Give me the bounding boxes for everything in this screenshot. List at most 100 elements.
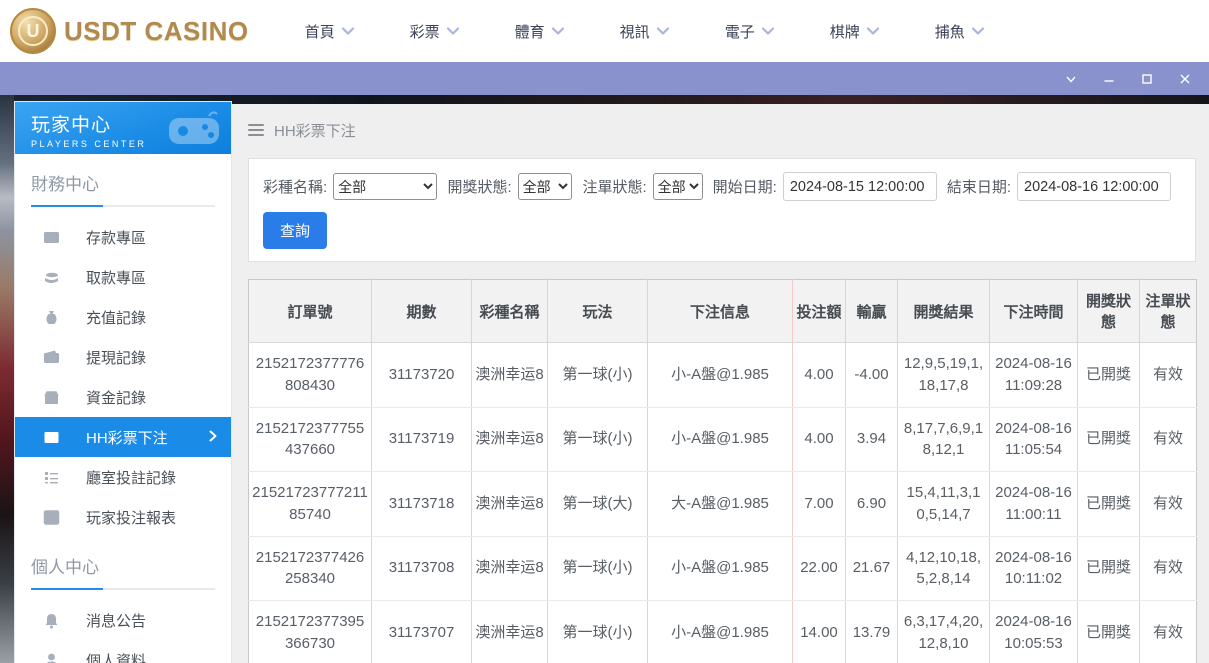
draw-status-label: 開獎狀態:	[447, 176, 511, 197]
sidebar-item-announcements[interactable]: 消息公告	[15, 600, 231, 640]
table-cell: 2152172377755437660	[249, 407, 372, 472]
nav-item-sports[interactable]: 體育	[515, 21, 564, 42]
table-cell: 有效	[1140, 536, 1197, 601]
table-cell: 2152172377395366730	[249, 601, 372, 663]
table-cell: 31173719	[372, 407, 472, 472]
nav-item-lottery[interactable]: 彩票	[410, 21, 459, 42]
table-header: 訂單號 期數 彩種名稱 玩法 下注信息 投注額 輸贏 開獎結果 下注時間 開獎狀…	[249, 280, 1197, 343]
sidebar-section-finance: 財務中心	[15, 154, 231, 207]
section-label: 個人中心	[31, 553, 215, 578]
window-maximize-button[interactable]	[1139, 71, 1155, 87]
table-cell: 3.94	[846, 407, 898, 472]
table-cell: 22.00	[793, 536, 846, 601]
col-win-loss: 輸贏	[846, 280, 898, 343]
nav-label: 棋牌	[830, 21, 860, 42]
table-cell: 6.90	[846, 472, 898, 537]
table-cell: 21.67	[846, 536, 898, 601]
sidebar-item-label: 消息公告	[86, 610, 146, 631]
page-title: HH彩票下注	[274, 120, 356, 141]
main-nav: 首頁 彩票 體育 視訊 電子 棋牌 捕魚	[305, 21, 984, 42]
start-date-input[interactable]	[783, 172, 937, 201]
money-bag-icon	[43, 309, 60, 326]
section-label: 財務中心	[31, 170, 215, 195]
lottery-name-select[interactable]: 全部	[333, 173, 437, 200]
table-cell: 15,4,11,3,10,5,14,7	[898, 472, 990, 537]
menu-toggle-icon[interactable]	[248, 124, 264, 136]
search-button[interactable]: 查詢	[263, 212, 327, 249]
table-cell: 已開獎	[1078, 343, 1140, 408]
main-panel: HH彩票下注 彩種名稱: 全部 開獎狀態: 全部 注單狀態: 全部 開始日期: …	[232, 104, 1209, 663]
table-cell: 已開獎	[1078, 536, 1140, 601]
table-cell: 13.79	[846, 601, 898, 663]
table-cell: 2024-08-16 10:11:02	[990, 536, 1078, 601]
site-logo[interactable]: U USDT CASINO	[10, 8, 249, 54]
table-cell: 澳洲幸运8	[472, 536, 548, 601]
funds-icon	[43, 389, 60, 406]
table-row: 215217237742625834031173708澳洲幸运8第一球(小)小-…	[249, 536, 1197, 601]
draw-status-select[interactable]: 全部	[518, 173, 573, 200]
table-cell: 第一球(小)	[548, 407, 648, 472]
table-cell: 14.00	[793, 601, 846, 663]
lottery-list-icon	[43, 429, 60, 446]
order-status-select[interactable]: 全部	[653, 173, 703, 200]
maximize-icon	[1141, 73, 1153, 85]
report-chart-icon	[43, 509, 60, 526]
table-row: 215217237777680843031173720澳洲幸运8第一球(小)小-…	[249, 343, 1197, 408]
chevron-down-icon	[447, 27, 459, 35]
end-date-input[interactable]	[1017, 172, 1171, 201]
sidebar-item-profile[interactable]: 個人資料	[15, 640, 231, 663]
sidebar-item-hh-lottery-bets[interactable]: HH彩票下注	[15, 417, 231, 457]
table-cell: 小-A盤@1.985	[648, 343, 793, 408]
nav-item-home[interactable]: 首頁	[305, 21, 354, 42]
background-photo-strip	[0, 95, 14, 663]
withdraw-hand-icon	[43, 269, 60, 286]
table-cell: 第一球(小)	[548, 343, 648, 408]
table-cell: 小-A盤@1.985	[648, 407, 793, 472]
window-collapse-button[interactable]	[1063, 71, 1079, 87]
sidebar-item-funds-records[interactable]: 資金記錄	[15, 377, 231, 417]
table-cell: 8,17,7,6,9,18,12,1	[898, 407, 990, 472]
filter-panel: 彩種名稱: 全部 開獎狀態: 全部 注單狀態: 全部 開始日期: 結束日期: 查…	[248, 158, 1196, 262]
top-navigation-bar: U USDT CASINO 首頁 彩票 體育 視訊 電子 棋牌 捕魚	[0, 0, 1209, 62]
table-cell: -4.00	[846, 343, 898, 408]
sidebar-item-recharge-records[interactable]: 充值記錄	[15, 297, 231, 337]
bets-table: 訂單號 期數 彩種名稱 玩法 下注信息 投注額 輸贏 開獎結果 下注時間 開獎狀…	[248, 279, 1197, 663]
sidebar-item-withdrawal-records[interactable]: 提現記錄	[15, 337, 231, 377]
table-cell: 31173720	[372, 343, 472, 408]
chevron-down-icon	[552, 27, 564, 35]
sidebar-item-label: 提現記錄	[86, 347, 146, 368]
gamepad-icon	[165, 108, 223, 148]
table-cell: 已開獎	[1078, 601, 1140, 663]
bell-icon	[43, 612, 60, 629]
col-play-type: 玩法	[548, 280, 648, 343]
window-minimize-button[interactable]	[1101, 71, 1117, 87]
nav-label: 捕魚	[935, 21, 965, 42]
lottery-name-label: 彩種名稱:	[263, 176, 327, 197]
window-close-button[interactable]	[1177, 71, 1193, 87]
sidebar-item-deposit[interactable]: 存款專區	[15, 217, 231, 257]
deposit-card-icon	[43, 229, 60, 246]
close-icon	[1179, 73, 1191, 85]
nav-item-cards[interactable]: 棋牌	[830, 21, 879, 42]
section-divider	[31, 588, 215, 590]
col-bet-info: 下注信息	[648, 280, 793, 343]
nav-item-fishing[interactable]: 捕魚	[935, 21, 984, 42]
col-order-number: 訂單號	[249, 280, 372, 343]
table-cell: 2152172377776808430	[249, 343, 372, 408]
logo-text: USDT CASINO	[64, 16, 249, 47]
table-cell: 有效	[1140, 407, 1197, 472]
col-order-status: 注單狀態	[1140, 280, 1197, 343]
sidebar-item-label: 取款專區	[86, 267, 146, 288]
col-lottery-name: 彩種名稱	[472, 280, 548, 343]
sidebar-item-player-bet-report[interactable]: 玩家投注報表	[15, 497, 231, 537]
sidebar-item-withdraw[interactable]: 取款專區	[15, 257, 231, 297]
sidebar-item-label: 存款專區	[86, 227, 146, 248]
nav-item-live[interactable]: 視訊	[620, 21, 669, 42]
col-period: 期數	[372, 280, 472, 343]
sidebar-item-room-bet-records[interactable]: 廳室投註記錄	[15, 457, 231, 497]
section-divider	[31, 205, 215, 207]
chevron-down-icon	[342, 27, 354, 35]
sidebar-item-label: 充值記錄	[86, 307, 146, 328]
nav-item-slots[interactable]: 電子	[725, 21, 774, 42]
minimize-icon	[1103, 73, 1115, 85]
